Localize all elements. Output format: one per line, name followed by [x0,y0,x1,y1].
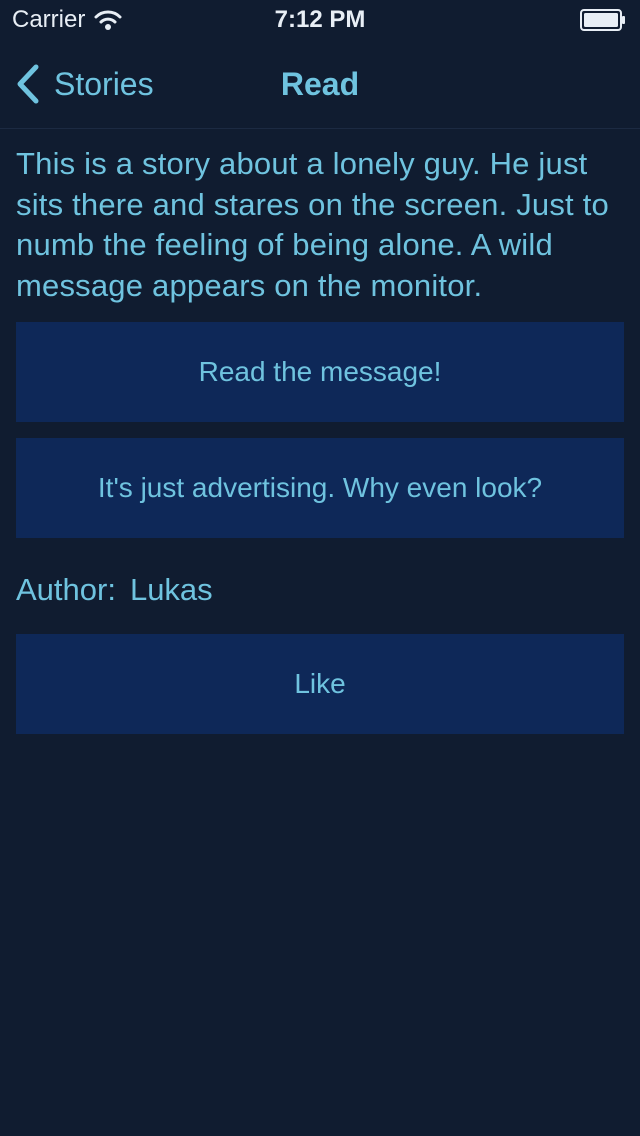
story-text: This is a story about a lonely guy. He j… [16,146,609,303]
like-button[interactable]: Like [16,634,624,734]
status-time: 7:12 PM [274,6,366,33]
battery-icon [580,9,625,31]
status-bar: Carrier 7:12 PM [0,0,640,40]
navigation-bar: Stories Read [0,40,640,129]
author-label: Author: [16,572,116,607]
read-message-button[interactable]: Read the message! [16,322,624,422]
ignore-advertising-button[interactable]: It's just advertising. Why even look? [16,438,624,538]
author-row: Author: Lukas [16,570,624,610]
author-name: Lukas [129,572,213,607]
page-title: Read [280,66,360,102]
story-content: This is a story about a lonely guy. He j… [16,144,624,734]
